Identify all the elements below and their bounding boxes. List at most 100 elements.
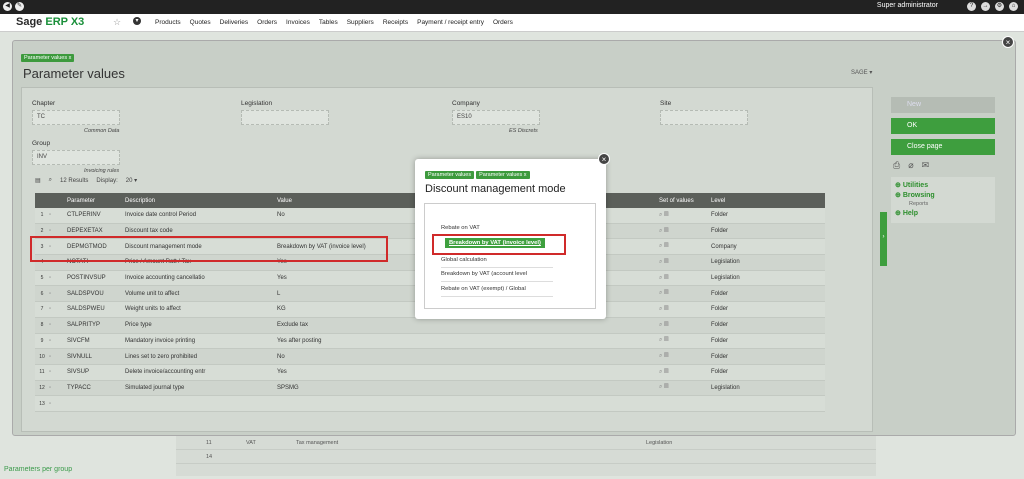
breadcrumb-item[interactable]: Parameter values: [425, 171, 475, 179]
value-cell[interactable]: Yes: [275, 275, 405, 281]
nav-item[interactable]: Invoices: [286, 19, 310, 26]
brand-logo[interactable]: Sage ERP X3: [16, 16, 84, 28]
column-header[interactable]: Parameter: [65, 198, 123, 204]
level-cell: Folder: [711, 337, 729, 344]
close-page-button[interactable]: Close page: [891, 139, 995, 155]
legislation-field[interactable]: [241, 110, 329, 125]
row-select-icon[interactable]: ▫: [49, 228, 65, 234]
favorite-star-icon[interactable]: ☆: [113, 17, 121, 28]
value-cell[interactable]: Yes: [275, 369, 405, 375]
level-cell: Folder: [711, 322, 729, 329]
site-field[interactable]: [660, 110, 748, 125]
parameter-cell: TYPACC: [67, 384, 91, 391]
table-row[interactable]: 9 ▫ SIVCFM Mandatory invoice printing Yes af…: [35, 333, 825, 350]
column-header[interactable]: Value: [275, 198, 405, 204]
nav-item[interactable]: Orders: [257, 19, 277, 26]
nav-item[interactable]: Products: [155, 19, 181, 26]
row-select-icon[interactable]: ▫: [49, 275, 65, 281]
column-header[interactable]: Level: [709, 198, 789, 204]
nav-item[interactable]: Suppliers: [347, 19, 374, 26]
parameters-per-group-link[interactable]: Parameters per group: [4, 466, 72, 473]
utilities-link[interactable]: ⊕ Utilities: [895, 181, 991, 189]
nav-item[interactable]: Quotes: [190, 19, 211, 26]
help-icon[interactable]: ?: [967, 2, 976, 11]
table-view-icon[interactable]: ▤: [35, 177, 41, 184]
level-cell: Folder: [711, 228, 729, 235]
row-select-icon[interactable]: ▫: [49, 322, 65, 328]
new-button[interactable]: New: [891, 97, 995, 113]
breadcrumb-item[interactable]: Parameter values x: [21, 54, 75, 62]
row-icons: ⌕ ▤: [659, 243, 669, 250]
value-cell[interactable]: L: [275, 291, 405, 297]
row-select-icon[interactable]: ▫: [49, 338, 65, 344]
group-label: Group: [32, 140, 51, 147]
close-dialog-icon[interactable]: ×: [598, 153, 610, 165]
table-row[interactable]: 10 ▫ SIVNULL Lines set to zero prohibited No…: [35, 349, 825, 365]
nav-item[interactable]: Receipts: [383, 19, 408, 26]
description-cell: Discount tax code: [125, 228, 173, 235]
pin-icon[interactable]: ✎: [15, 2, 24, 11]
row-icons: ⌕ ▤: [659, 227, 669, 234]
value-cell[interactable]: No: [275, 212, 405, 218]
breadcrumb[interactable]: Parameter values x: [21, 54, 75, 62]
search-icon[interactable]: ⌕: [49, 177, 52, 184]
row-number: 6: [40, 290, 44, 297]
row-select-icon[interactable]: ▫: [49, 401, 65, 407]
settings-icon[interactable]: ⚙: [995, 2, 1004, 11]
chapter-label: Chapter: [32, 100, 56, 107]
table-row[interactable]: 12 ▫ TYPACC Simulated journal type SPSMG ⌕ ▤ L…: [35, 380, 825, 397]
nav-item[interactable]: Payment / receipt entry: [417, 19, 484, 26]
value-cell[interactable]: No: [275, 354, 405, 360]
table-row[interactable]: 11 ▫ SIVSUP Delete invoice/accounting entr Y…: [35, 364, 825, 381]
row-select-icon[interactable]: ▫: [49, 369, 65, 375]
row-number: 12: [39, 384, 45, 391]
help-link[interactable]: ⊕ Help: [895, 209, 991, 217]
side-panel-toggle[interactable]: ›: [880, 212, 887, 266]
chapter-field[interactable]: TC: [32, 110, 120, 125]
row-select-icon[interactable]: ▫: [49, 291, 65, 297]
level-cell: Folder: [711, 369, 729, 376]
sage-dropdown[interactable]: SAGE ▾: [851, 69, 872, 76]
display-select[interactable]: 20 ▾: [126, 177, 137, 184]
column-header[interactable]: Set of values: [657, 198, 709, 204]
row-select-icon[interactable]: ▫: [49, 354, 65, 360]
browsing-link[interactable]: ⊕ Browsing: [895, 191, 991, 199]
nav-item[interactable]: Orders: [493, 19, 513, 26]
value-cell[interactable]: KG: [275, 306, 405, 312]
back-icon[interactable]: ◀: [3, 2, 12, 11]
row-select-icon[interactable]: ▫: [49, 212, 65, 218]
company-field[interactable]: ES10: [452, 110, 540, 125]
chevron-down-icon[interactable]: ▾: [133, 17, 141, 25]
breadcrumb-item[interactable]: Parameter values x: [476, 171, 530, 179]
option-item[interactable]: Breakdown by VAT (account level: [441, 271, 527, 277]
user-name[interactable]: Super administrator: [877, 2, 938, 9]
ok-button[interactable]: OK: [891, 118, 995, 134]
reports-link[interactable]: Reports: [895, 201, 991, 207]
level-cell: Legislation: [711, 275, 740, 282]
table-row[interactable]: 13 ▫: [35, 396, 825, 412]
option-item[interactable]: Rebate on VAT (exempt) / Global: [441, 286, 526, 292]
table-row: 14: [176, 450, 876, 464]
table-row[interactable]: 8 ▫ SALPRITYP Price type Exclude tax ⌕ ▤ Folde…: [35, 317, 825, 334]
print-icon[interactable]: ⎙: [893, 160, 900, 171]
home-icon[interactable]: ⌂: [1009, 2, 1018, 11]
option-item[interactable]: Rebate on VAT: [441, 225, 480, 231]
group-field[interactable]: INV: [32, 150, 120, 165]
comment-icon[interactable]: ✉: [922, 160, 930, 171]
column-header[interactable]: Description: [123, 198, 275, 204]
nav-item[interactable]: Deliveries: [220, 19, 249, 26]
row-select-icon[interactable]: ▫: [49, 385, 65, 391]
level-cell: Legislation: [711, 259, 740, 266]
nav-item[interactable]: Tables: [319, 19, 338, 26]
close-window-icon[interactable]: ×: [1002, 36, 1014, 48]
option-item[interactable]: Global calculation: [441, 257, 487, 263]
value-cell[interactable]: Yes after posting: [275, 338, 405, 344]
value-cell[interactable]: Exclude tax: [275, 322, 405, 328]
description-cell: Invoice date control Period: [125, 212, 197, 219]
value-cell[interactable]: SPSMG: [275, 385, 405, 391]
action-panel: New OK Close page ⎙ ⌀ ✉ ⊕ Utilities ⊕ Br…: [891, 97, 1009, 223]
row-select-icon[interactable]: ▫: [49, 306, 65, 312]
company-label: Company: [452, 100, 480, 107]
logout-icon[interactable]: →: [981, 2, 990, 11]
attachment-icon[interactable]: ⌀: [908, 160, 913, 171]
